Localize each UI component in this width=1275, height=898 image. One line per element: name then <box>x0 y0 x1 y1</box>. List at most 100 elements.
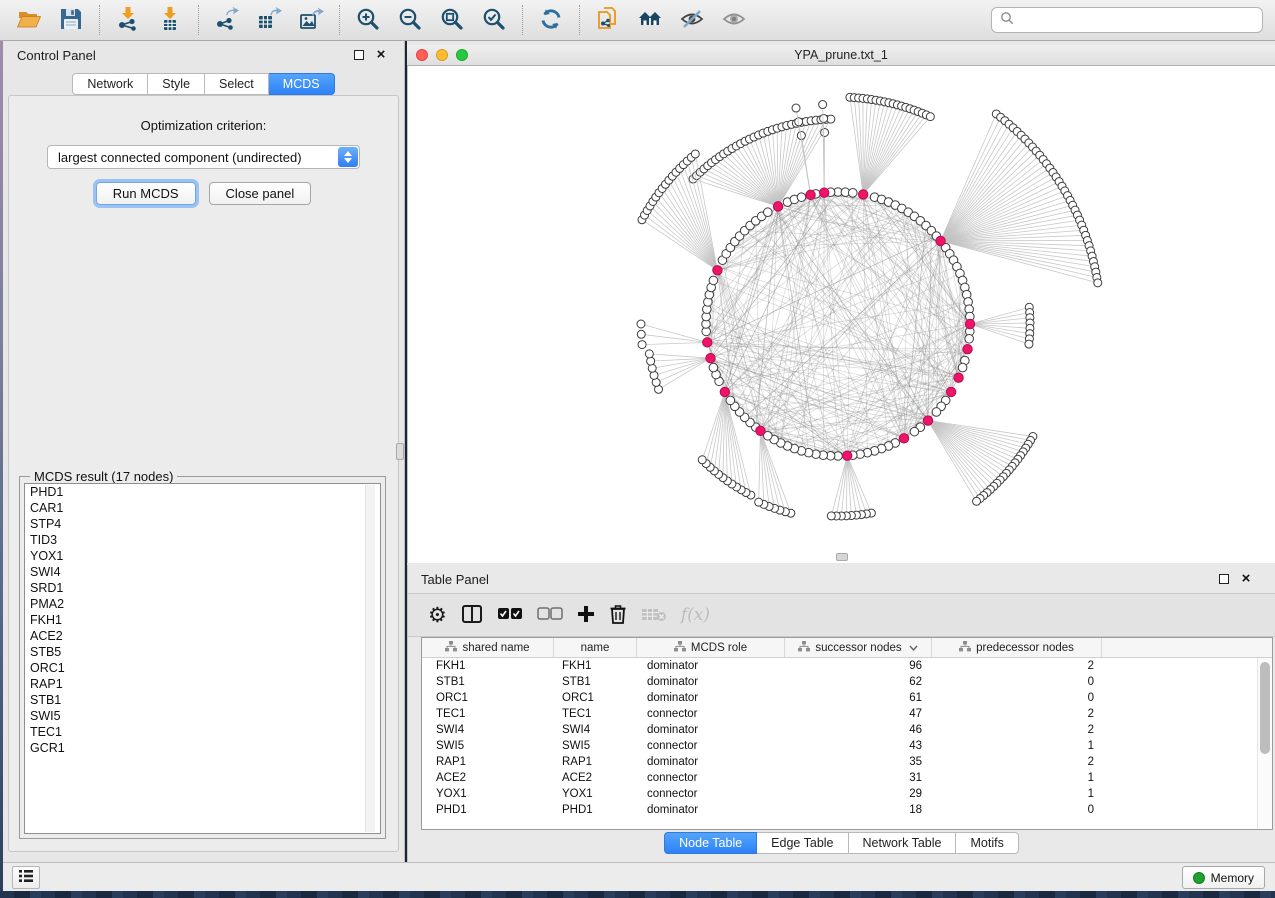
hide-graphics-button[interactable] <box>676 4 708 36</box>
list-item[interactable]: SRD1 <box>25 580 380 596</box>
close-table-panel-button[interactable]: × <box>1237 570 1255 588</box>
zoom-out-button[interactable] <box>394 4 426 36</box>
memory-button[interactable]: Memory <box>1182 866 1265 889</box>
result-scrollbar[interactable] <box>365 485 375 832</box>
table-row[interactable]: ACE2ACE2connector311 <box>422 770 1257 786</box>
tree-icon <box>445 641 457 655</box>
add-row-button[interactable] <box>577 600 595 630</box>
table-row[interactable]: SWI5SWI5connector431 <box>422 738 1257 754</box>
table-scrollbar[interactable] <box>1257 658 1272 829</box>
delete-rows-button[interactable] <box>609 600 627 630</box>
list-item[interactable]: SWI4 <box>25 564 380 580</box>
delete-table-button[interactable] <box>641 600 667 630</box>
export-image-button[interactable] <box>295 4 327 36</box>
table-cell: YOX1 <box>554 786 637 802</box>
table-row[interactable]: FKH1FKH1dominator962 <box>422 658 1257 674</box>
network-overview-button[interactable] <box>634 4 666 36</box>
columns-icon <box>461 604 483 627</box>
close-panel-action-button[interactable]: Close panel <box>209 182 312 205</box>
mcds-result-list[interactable]: PHD1CAR1STP4TID3YOX1SWI4SRD1PMA2FKH1ACE2… <box>24 483 381 834</box>
table-row[interactable]: SWI4SWI4dominator462 <box>422 722 1257 738</box>
tab-select[interactable]: Select <box>205 73 269 95</box>
delete-table-icon <box>641 606 667 625</box>
table-cell: RAP1 <box>422 754 554 770</box>
unselect-all-button[interactable] <box>537 600 563 630</box>
column-header[interactable]: name <box>554 638 637 657</box>
run-mcds-button[interactable]: Run MCDS <box>96 182 196 205</box>
table-row[interactable]: STB1STB1dominator620 <box>422 674 1257 690</box>
column-header[interactable]: shared name <box>422 638 554 657</box>
table-row[interactable]: RAP1RAP1dominator352 <box>422 754 1257 770</box>
export-table-button[interactable] <box>253 4 285 36</box>
table-cell: 62 <box>785 674 932 690</box>
list-item[interactable]: TID3 <box>25 532 380 548</box>
show-columns-button[interactable] <box>461 600 483 630</box>
table-cell: 2 <box>932 706 1102 722</box>
import-table-button[interactable] <box>154 4 186 36</box>
select-all-button[interactable] <box>497 600 523 630</box>
show-graphics-button[interactable] <box>718 4 750 36</box>
table-panel: Table Panel × ⚙ f(x) shared namenameMCDS… <box>407 565 1275 862</box>
float-panel-button[interactable] <box>350 46 368 64</box>
mcds-result-items: PHD1CAR1STP4TID3YOX1SWI4SRD1PMA2FKH1ACE2… <box>25 484 380 756</box>
tab-edge-table[interactable]: Edge Table <box>757 832 848 854</box>
canvas-splitter-handle[interactable] <box>836 553 848 561</box>
list-item[interactable]: ORC1 <box>25 660 380 676</box>
copy-network-icon <box>595 6 621 35</box>
panel-splitter-handle[interactable] <box>396 443 404 460</box>
network-canvas[interactable] <box>407 66 1275 563</box>
table-row[interactable]: ORC1ORC1dominator610 <box>422 690 1257 706</box>
list-item[interactable]: FKH1 <box>25 612 380 628</box>
column-header[interactable]: MCDS role <box>637 638 785 657</box>
import-table-icon <box>157 6 183 35</box>
float-icon <box>1219 574 1229 584</box>
tab-style[interactable]: Style <box>148 73 205 95</box>
tab-network-table[interactable]: Network Table <box>849 832 957 854</box>
list-item[interactable]: ACE2 <box>25 628 380 644</box>
search-input[interactable] <box>1020 13 1254 27</box>
status-bar: Memory <box>3 862 1275 891</box>
list-item[interactable]: CAR1 <box>25 500 380 516</box>
list-item[interactable]: STB5 <box>25 644 380 660</box>
show-panels-button[interactable] <box>12 866 40 889</box>
close-panel-button[interactable]: × <box>372 46 390 64</box>
control-panel-tabs: Network Style Select MCDS <box>3 73 404 95</box>
list-item[interactable]: STP4 <box>25 516 380 532</box>
table-options-button[interactable]: ⚙ <box>428 600 447 630</box>
tab-network[interactable]: Network <box>72 73 148 95</box>
table-row[interactable]: YOX1YOX1connector291 <box>422 786 1257 802</box>
zoom-selected-button[interactable] <box>478 4 510 36</box>
table-cell: FKH1 <box>554 658 637 674</box>
zoom-fit-button[interactable] <box>436 4 468 36</box>
list-item[interactable]: RAP1 <box>25 676 380 692</box>
list-item[interactable]: TEC1 <box>25 724 380 740</box>
column-header[interactable]: successor nodes <box>785 638 932 657</box>
optimization-criterion-label: Optimization criterion: <box>9 118 398 133</box>
list-item[interactable]: YOX1 <box>25 548 380 564</box>
list-item[interactable]: SWI5 <box>25 708 380 724</box>
close-icon: × <box>1242 574 1251 584</box>
table-row[interactable]: TEC1TEC1connector472 <box>422 706 1257 722</box>
open-file-button[interactable] <box>13 4 45 36</box>
list-item[interactable]: PHD1 <box>25 484 380 500</box>
table-row[interactable]: PHD1PHD1dominator180 <box>422 802 1257 818</box>
function-builder-button[interactable]: f(x) <box>681 600 710 630</box>
list-item[interactable]: GCR1 <box>25 740 380 756</box>
search-box[interactable] <box>991 7 1263 33</box>
save-session-button[interactable] <box>55 4 87 36</box>
tab-mcds[interactable]: MCDS <box>269 73 335 95</box>
zoom-in-button[interactable] <box>352 4 384 36</box>
float-table-panel-button[interactable] <box>1215 570 1233 588</box>
export-network-button[interactable] <box>211 4 243 36</box>
apply-layout-button[interactable] <box>535 4 567 36</box>
list-item[interactable]: STB1 <box>25 692 380 708</box>
criterion-select[interactable]: largest connected component (undirected) <box>47 145 360 169</box>
select-all-icon <box>497 607 523 624</box>
import-network-button[interactable] <box>112 4 144 36</box>
scrollbar-thumb[interactable] <box>1260 662 1270 754</box>
copy-network-button[interactable] <box>592 4 624 36</box>
list-item[interactable]: PMA2 <box>25 596 380 612</box>
tab-node-table[interactable]: Node Table <box>664 832 757 854</box>
tab-motifs[interactable]: Motifs <box>956 832 1018 854</box>
column-header[interactable]: predecessor nodes <box>932 638 1102 657</box>
